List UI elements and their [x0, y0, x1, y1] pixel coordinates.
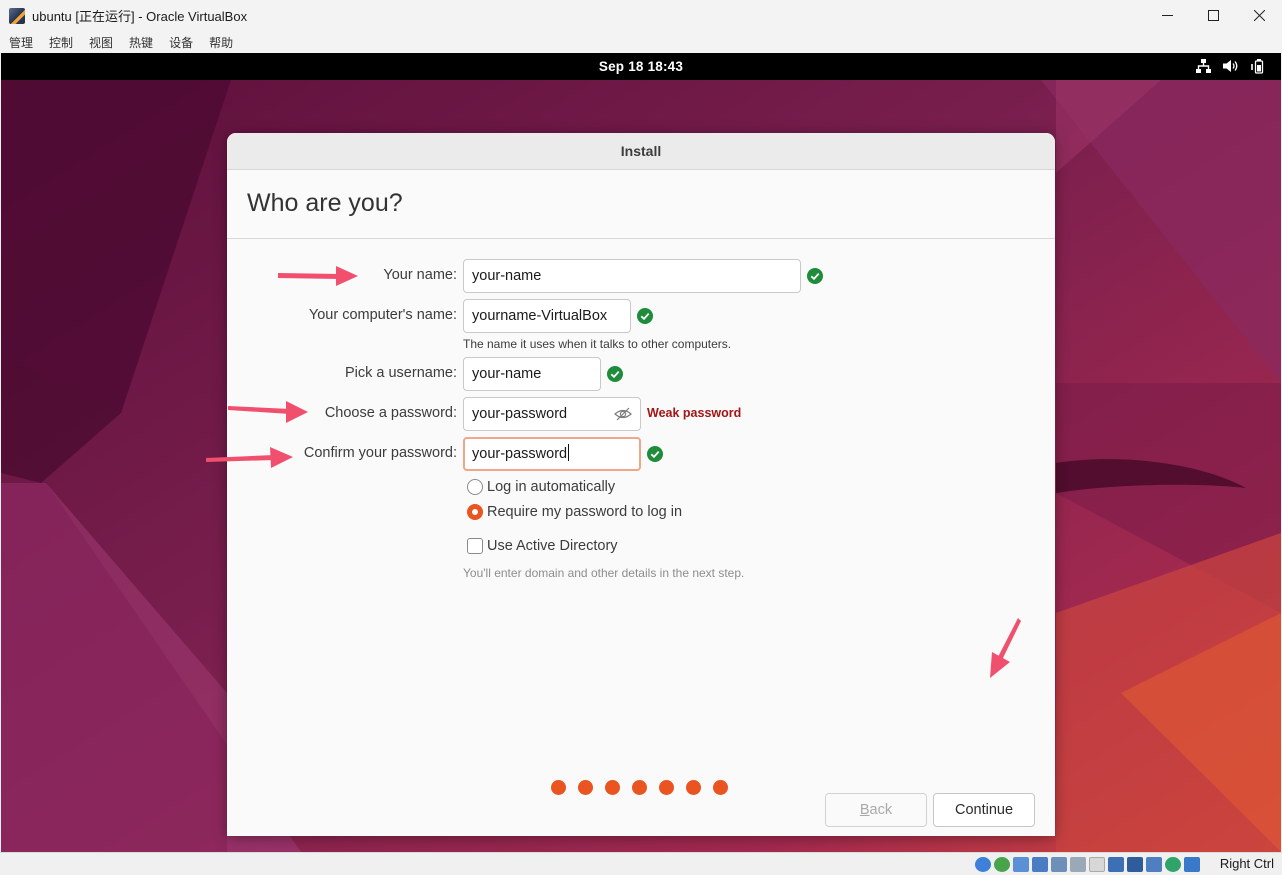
progress-dot	[713, 780, 728, 795]
computer-name-label: Your computer's name:	[308, 307, 457, 323]
progress-dot	[578, 780, 593, 795]
text-cursor	[568, 444, 570, 461]
progress-dot	[551, 780, 566, 795]
close-icon	[1253, 10, 1265, 21]
password-strength-label: Weak password	[647, 406, 742, 420]
virtualbox-statusbar: Right Ctrl	[0, 852, 1282, 875]
back-mnemonic: B	[859, 802, 870, 818]
install-progress-dots	[551, 780, 728, 795]
dialog-titlebar: Install	[227, 133, 1055, 170]
menu-hotkeys[interactable]: 热键	[129, 34, 153, 51]
row-your-name: Your name: your-name	[227, 259, 1055, 293]
audio-icon[interactable]	[1013, 857, 1029, 872]
row-confirm-password: Confirm your password: your-password	[227, 437, 1055, 471]
radio-off-icon	[467, 479, 483, 495]
maximize-icon	[1207, 10, 1219, 21]
active-directory-label: Use Active Directory	[487, 538, 618, 554]
check-circle-icon	[807, 268, 823, 284]
check-circle-icon	[607, 366, 623, 382]
back-button[interactable]: Back	[825, 793, 927, 827]
display-icon[interactable]	[1089, 857, 1105, 872]
virtualization-icon[interactable]	[1127, 857, 1143, 872]
active-directory-hint: You'll enter domain and other details in…	[463, 566, 745, 580]
login-automatically-label: Log in automatically	[487, 479, 616, 495]
minimize-button[interactable]	[1144, 0, 1190, 31]
show-password-eye-icon[interactable]	[614, 406, 632, 422]
host-key-arrow-icon[interactable]	[1184, 857, 1200, 872]
host-key-label: Right Ctrl	[1219, 856, 1274, 871]
virtualbox-app-icon	[9, 7, 25, 24]
volume-icon	[1223, 59, 1239, 78]
confirm-password-field[interactable]: your-password	[463, 437, 641, 471]
device-status-icons	[975, 857, 1200, 872]
menu-help[interactable]: 帮助	[209, 34, 233, 51]
password-value: your-password	[472, 406, 568, 422]
menu-control[interactable]: 控制	[49, 34, 73, 51]
row-computer-name: Your computer's name: yourname-VirtualBo…	[227, 299, 1055, 333]
row-password: Choose a password: your-password Weak pa…	[227, 397, 1055, 431]
password-label: Choose a password:	[324, 405, 457, 421]
keyboard-capture-icon[interactable]	[1165, 857, 1181, 872]
back-label-rest: ack	[869, 802, 893, 818]
window-title: ubuntu [正在运行] - Oracle VirtualBox	[32, 9, 248, 24]
computer-name-hint: The name it uses when it talks to other …	[463, 337, 732, 351]
require-password-label: Require my password to log in	[487, 504, 683, 520]
minimize-icon	[1161, 15, 1173, 16]
usb-icon[interactable]	[1051, 857, 1067, 872]
gnome-top-bar: Sep 18 18:43	[1, 53, 1281, 80]
username-label: Pick a username:	[344, 365, 457, 381]
confirm-password-label: Confirm your password:	[303, 445, 457, 461]
hard-disk-icon[interactable]	[975, 857, 991, 872]
shared-folders-icon[interactable]	[1070, 857, 1086, 872]
network-icon	[1196, 59, 1211, 78]
window-controls	[1144, 0, 1282, 31]
password-field[interactable]: your-password	[463, 397, 641, 431]
progress-dot	[686, 780, 701, 795]
username-field[interactable]: your-name	[463, 357, 601, 391]
checkbox-unchecked-icon	[467, 538, 483, 554]
require-password-radio[interactable]: Require my password to log in	[467, 502, 682, 522]
your-name-label: Your name:	[383, 267, 457, 283]
battery-icon	[1251, 58, 1267, 79]
installer-dialog: Install Who are you? Your name: your-nam…	[227, 133, 1055, 836]
menu-view[interactable]: 视图	[89, 34, 113, 51]
progress-dot	[659, 780, 674, 795]
progress-dot	[632, 780, 647, 795]
system-tray[interactable]	[1196, 58, 1267, 79]
clock[interactable]: Sep 18 18:43	[1, 59, 1281, 74]
confirm-password-value: your-password	[472, 446, 568, 462]
progress-dot	[605, 780, 620, 795]
login-automatically-radio[interactable]: Log in automatically	[467, 477, 615, 497]
page-heading: Who are you?	[247, 189, 403, 217]
check-circle-icon	[647, 446, 663, 462]
menu-devices[interactable]: 设备	[169, 34, 193, 51]
mouse-integration-icon[interactable]	[1146, 857, 1162, 872]
computer-name-field[interactable]: yourname-VirtualBox	[463, 299, 631, 333]
active-directory-checkbox[interactable]: Use Active Directory	[467, 536, 618, 556]
menu-manage[interactable]: 管理	[9, 34, 33, 51]
video-capture-icon[interactable]	[1108, 857, 1124, 872]
dialog-heading-area: Who are you?	[227, 170, 1055, 239]
maximize-button[interactable]	[1190, 0, 1236, 31]
network-adapter-icon[interactable]	[1032, 857, 1048, 872]
virtualbox-menubar: 管理 控制 视图 热键 设备 帮助	[0, 31, 1282, 53]
your-name-field[interactable]: your-name	[463, 259, 801, 293]
optical-drive-icon[interactable]	[994, 857, 1010, 872]
radio-selected-icon	[467, 504, 483, 520]
check-circle-icon	[637, 308, 653, 324]
continue-button[interactable]: Continue	[933, 793, 1035, 827]
user-form: Your name: your-name Your computer's nam…	[227, 240, 1055, 836]
guest-screen: Sep 18 18:43 Install Who are you? Your n…	[1, 53, 1281, 852]
row-username: Pick a username: your-name	[227, 357, 1055, 391]
close-button[interactable]	[1236, 0, 1282, 31]
virtualbox-titlebar: ubuntu [正在运行] - Oracle VirtualBox	[0, 0, 1282, 31]
